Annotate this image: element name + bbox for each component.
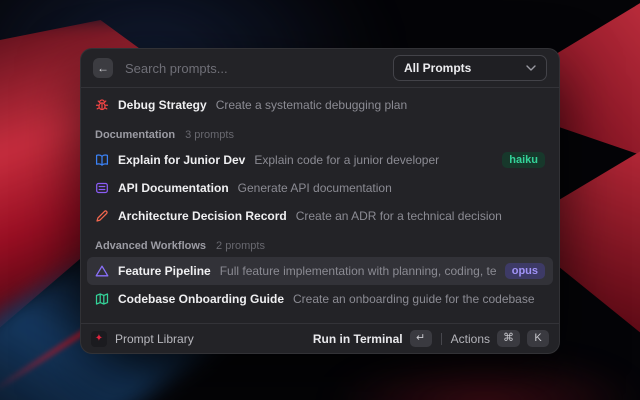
section-count: 2 prompts xyxy=(216,240,265,252)
prompt-list: Debug Strategy Create a systematic debugg… xyxy=(81,88,559,323)
item-description: Explain code for a junior developer xyxy=(254,153,493,167)
model-badge: haiku xyxy=(502,152,545,168)
app-name: Prompt Library xyxy=(115,332,194,346)
search-input[interactable] xyxy=(123,60,383,77)
list-item[interactable]: Explain for Junior Dev Explain code for a… xyxy=(87,146,553,174)
item-description: Create an ADR for a technical decision xyxy=(296,209,545,223)
chevron-down-icon xyxy=(526,65,536,71)
item-title: API Documentation xyxy=(118,181,229,195)
filter-dropdown-value: All Prompts xyxy=(404,61,471,75)
desktop: ← All Prompts Debug Strategy Create a sys… xyxy=(0,0,640,400)
item-title: Explain for Junior Dev xyxy=(118,153,245,167)
section-title: Documentation xyxy=(95,129,175,141)
back-button[interactable]: ← xyxy=(93,58,113,78)
section-count: 3 prompts xyxy=(185,129,234,141)
list-item[interactable]: Debug Strategy Create a systematic debugg… xyxy=(87,91,553,119)
app-logo-icon: ✦ xyxy=(91,331,107,347)
section-header: Documentation 3 prompts xyxy=(87,119,553,146)
footer-left: ✦ Prompt Library xyxy=(91,331,194,347)
list-item[interactable]: Feature Pipeline Full feature implementat… xyxy=(87,257,553,285)
footer-right: Run in Terminal ↵ Actions ⌘ K xyxy=(313,330,549,347)
item-description: Generate API documentation xyxy=(238,181,545,195)
cmd-keycap: ⌘ xyxy=(497,330,520,347)
list-item[interactable]: API Documentation Generate API documentat… xyxy=(87,174,553,202)
palette-header: ← All Prompts xyxy=(81,49,559,88)
section-title: Advanced Workflows xyxy=(95,240,206,252)
open-book-icon xyxy=(95,153,109,167)
item-description: Full feature implementation with plannin… xyxy=(220,264,496,278)
list-item[interactable]: Architecture Decision Record Create an AD… xyxy=(87,202,553,230)
enter-keycap: ↵ xyxy=(410,330,432,347)
item-description: Create an onboarding guide for the codeb… xyxy=(293,292,545,306)
prompt-palette-window: ← All Prompts Debug Strategy Create a sys… xyxy=(80,48,560,354)
palette-footer: ✦ Prompt Library Run in Terminal ↵ Actio… xyxy=(81,323,559,353)
model-badge: opus xyxy=(505,263,545,279)
map-icon xyxy=(95,292,109,306)
bug-icon xyxy=(95,98,109,112)
item-description: Create a systematic debugging plan xyxy=(216,98,545,112)
filter-dropdown[interactable]: All Prompts xyxy=(393,55,547,81)
spark-icon: ✦ xyxy=(95,334,103,344)
item-title: Architecture Decision Record xyxy=(118,209,287,223)
triangle-icon xyxy=(95,264,109,278)
actions-label[interactable]: Actions xyxy=(451,332,490,346)
back-arrow-icon: ← xyxy=(97,58,109,78)
item-title: Feature Pipeline xyxy=(118,264,211,278)
pencil-icon xyxy=(95,209,109,223)
document-lines-icon xyxy=(95,181,109,195)
run-in-terminal-label[interactable]: Run in Terminal xyxy=(313,332,403,346)
list-item[interactable]: Codebase Onboarding Guide Create an onboa… xyxy=(87,285,553,313)
item-title: Debug Strategy xyxy=(118,98,207,112)
footer-divider xyxy=(441,333,442,345)
section-header: Advanced Workflows 2 prompts xyxy=(87,230,553,257)
k-keycap: K xyxy=(527,330,549,347)
item-title: Codebase Onboarding Guide xyxy=(118,292,284,306)
